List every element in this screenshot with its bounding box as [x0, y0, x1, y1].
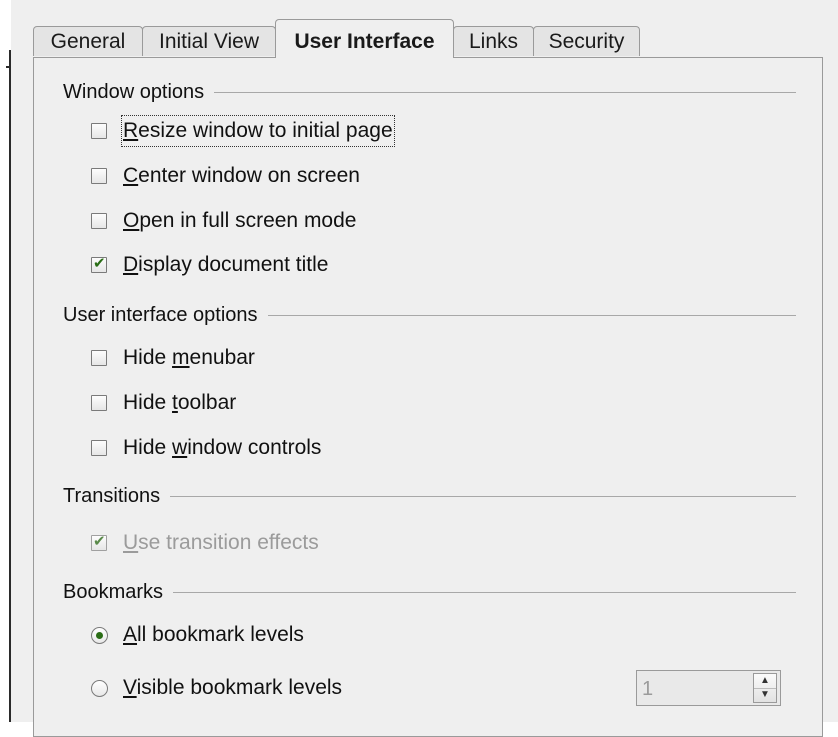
radio-label[interactable]: Visible bookmark levels [123, 674, 342, 702]
section-user-interface-options: User interface options [63, 302, 796, 328]
checkbox-label[interactable]: Hide window controls [123, 434, 321, 462]
check-mark-icon: ✔ [93, 255, 106, 272]
checkbox-box[interactable]: ✔ [91, 533, 107, 551]
section-title: Transitions [63, 483, 171, 509]
tab-general[interactable]: General [33, 26, 143, 56]
checkbox-box[interactable]: ✔ [91, 255, 107, 273]
tab-user-interface[interactable]: User Interface [275, 19, 454, 58]
spinbox-value[interactable]: 1 [642, 674, 653, 704]
section-bookmarks: Bookmarks [63, 579, 796, 605]
checkbox-box[interactable] [91, 213, 107, 229]
checkbox-label[interactable]: Hide menubar [123, 344, 255, 372]
checkbox-label[interactable]: Resize window to initial page [121, 115, 395, 147]
tab-initial-view[interactable]: Initial View [142, 26, 276, 56]
tab-security[interactable]: Security [533, 26, 640, 56]
checkbox-box[interactable] [91, 440, 107, 456]
checkbox-box[interactable] [91, 168, 107, 184]
checkbox-box[interactable] [91, 395, 107, 411]
bookmark-levels-spinbox[interactable]: 1 ▲ ▼ [636, 670, 781, 706]
checkbox-label[interactable]: Use transition effects [123, 529, 319, 557]
section-title: Bookmarks [63, 579, 174, 605]
check-mark-icon: ✔ [93, 533, 106, 550]
section-transitions: Transitions [63, 483, 796, 509]
checkbox-label[interactable]: Open in full screen mode [123, 207, 356, 235]
background-window-edge [0, 0, 11, 722]
checkbox-label[interactable]: Hide toolbar [123, 389, 236, 417]
section-window-options: Window options [63, 79, 796, 105]
pdf-options-dialog: General Initial View User Interface Link… [11, 0, 838, 737]
checkbox-label[interactable]: Display document title [123, 251, 328, 279]
section-title: Window options [63, 79, 215, 105]
section-title: User interface options [63, 302, 268, 328]
radio-label[interactable]: All bookmark levels [123, 621, 304, 649]
window-edge-tick [6, 66, 10, 68]
checkbox-box[interactable] [91, 123, 107, 139]
checkbox-box[interactable] [91, 350, 107, 366]
radio-button[interactable] [91, 627, 108, 644]
checkbox-label[interactable]: Center window on screen [123, 162, 360, 190]
tab-links[interactable]: Links [453, 26, 534, 56]
spinbox-buttons: ▲ ▼ [753, 673, 777, 703]
radio-dot-icon [96, 632, 103, 639]
section-divider [63, 496, 796, 497]
arrow-up-icon[interactable]: ▲ [754, 674, 776, 689]
arrow-down-icon[interactable]: ▼ [754, 688, 776, 702]
radio-button[interactable] [91, 680, 108, 697]
